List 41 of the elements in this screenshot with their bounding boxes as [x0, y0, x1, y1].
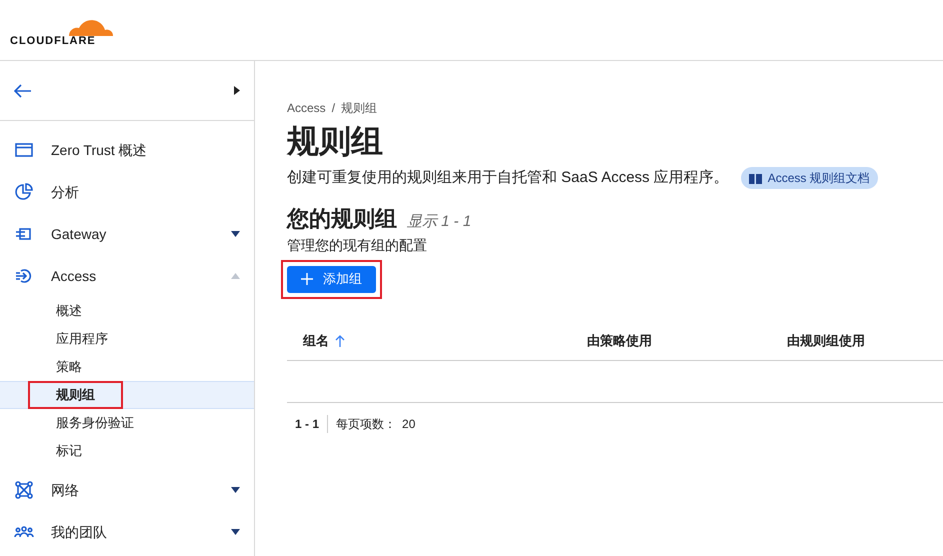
per-page-value[interactable]: 20: [396, 414, 416, 432]
window-icon: [14, 140, 34, 160]
nav-item[interactable]: 分析: [0, 171, 254, 213]
caret-icon[interactable]: [231, 487, 240, 493]
nav-subitem[interactable]: 服务身份验证: [0, 409, 254, 437]
caret-icon[interactable]: [231, 231, 240, 237]
pie-chart-icon: [14, 182, 34, 202]
back-arrow-icon[interactable]: [14, 84, 32, 98]
sign-in-icon: [14, 266, 34, 286]
plus-icon: [301, 273, 313, 285]
section-title: 您的规则组: [287, 204, 397, 232]
docs-link[interactable]: Access 规则组文档: [740, 167, 878, 190]
column-header[interactable]: 组名: [287, 331, 587, 351]
breadcrumb-link[interactable]: Access: [287, 99, 326, 117]
caret-icon[interactable]: [234, 86, 240, 95]
breadcrumb-separator: /: [332, 100, 336, 117]
network-icon: [14, 480, 34, 500]
nav-item[interactable]: Access: [0, 255, 254, 297]
column-header[interactable]: 由规则组使用: [787, 331, 943, 351]
column-header[interactable]: 由策略使用: [587, 331, 787, 351]
nav-subitem[interactable]: 标记: [0, 437, 254, 465]
nav-item[interactable]: Gateway: [0, 213, 254, 255]
nav-item[interactable]: 我的团队: [0, 511, 254, 553]
nav-subitem[interactable]: 策略: [0, 353, 254, 381]
nav-subitem[interactable]: 规则组: [0, 381, 254, 409]
add-group-button[interactable]: 添加组: [287, 266, 376, 292]
page-range: 1 - 1: [295, 414, 328, 432]
nav-subitem[interactable]: 应用程序: [0, 325, 254, 353]
book-icon: [748, 172, 762, 184]
page-description: 创建可重复使用的规则组来用于自托管和 SaaS Access 应用程序。: [287, 168, 729, 188]
sort-up-arrow-icon: [335, 335, 345, 347]
section-subtitle: 管理您的现有组的配置: [287, 236, 428, 254]
breadcrumb-current: 规则组: [341, 100, 378, 117]
brand-name: CLOUDFLARE: [10, 36, 96, 46]
per-page-label: 每页项数：: [335, 416, 396, 432]
nav-item[interactable]: Zero Trust 概述: [0, 129, 254, 171]
nav-subitem[interactable]: 概述: [0, 297, 254, 325]
nav-item[interactable]: 网络: [0, 469, 254, 511]
page-title: 规则组: [287, 122, 384, 161]
caret-icon[interactable]: [231, 529, 240, 535]
result-count: 显示 1 - 1: [407, 212, 472, 232]
